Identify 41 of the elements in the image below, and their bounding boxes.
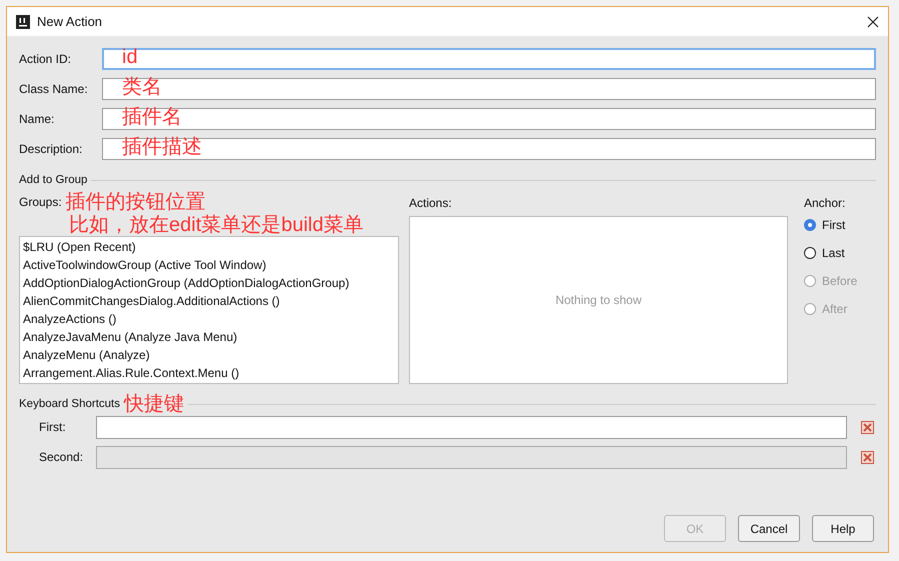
shortcut-label: First: — [38, 420, 67, 434]
field-label: Name: — [19, 112, 56, 126]
groups-label: Groups: — [19, 195, 62, 209]
section-title: Keyboard Shortcuts — [19, 398, 120, 410]
group-list-item[interactable]: AnalyzeMenu (Analyze) — [23, 346, 395, 364]
group-list-item[interactable]: ActiveToolwindowGroup (Active Tool Window) — [23, 256, 395, 274]
annotation-text: 插件描述 — [122, 135, 202, 159]
actions-label: Actions: — [409, 196, 453, 210]
group-list-item[interactable]: AddOptionDialogActionGroup (AddOptionDialogActionGroup) — [23, 274, 395, 292]
field-label: Description: — [19, 142, 84, 156]
shortcut-label: Second: — [38, 450, 84, 464]
anchor-label: Anchor: — [804, 196, 846, 210]
text-field[interactable] — [102, 48, 876, 70]
text-field[interactable] — [102, 78, 876, 100]
empty-list-text: Nothing to show — [555, 293, 642, 307]
shortcut-field[interactable] — [96, 416, 847, 438]
field-label: Class Name: — [19, 82, 89, 96]
clear-icon[interactable] — [861, 420, 874, 434]
radio-option[interactable]: Last — [804, 246, 845, 260]
group-list-item[interactable]: Arrangement.Alias.Rule.Context.Menu () — [23, 364, 395, 382]
close-icon[interactable] — [867, 16, 879, 28]
app-logo-icon — [16, 14, 30, 28]
window-title: New Action — [37, 14, 102, 29]
annotation-text: id — [122, 45, 138, 69]
annotation-text: 比如，放在edit菜单还是build菜单 — [69, 214, 365, 236]
dialog-button[interactable]: Help — [812, 515, 874, 542]
annotation-text: 插件名 — [122, 105, 182, 129]
text-field[interactable] — [102, 108, 876, 130]
group-list-item[interactable]: $LRU (Open Recent) — [23, 238, 395, 256]
clear-icon[interactable] — [861, 450, 874, 464]
radio-option[interactable]: First — [804, 218, 846, 232]
annotation-text: 类名 — [122, 75, 162, 99]
group-list-item[interactable]: AlienCommitChangesDialog.AdditionalActions () — [23, 292, 395, 310]
group-list-item[interactable]: AnalyzeJavaMenu (Analyze Java Menu) — [23, 328, 395, 346]
dialog-button[interactable]: Cancel — [738, 515, 800, 542]
annotation-text: 快捷键 — [124, 392, 184, 416]
text-field[interactable] — [102, 138, 876, 160]
group-list-item[interactable]: AnalyzeActions () — [23, 310, 395, 328]
annotation-text: 插件的按钮位置 — [66, 190, 206, 214]
field-label: Action ID: — [19, 52, 72, 66]
section-title: Add to Group — [19, 174, 88, 186]
